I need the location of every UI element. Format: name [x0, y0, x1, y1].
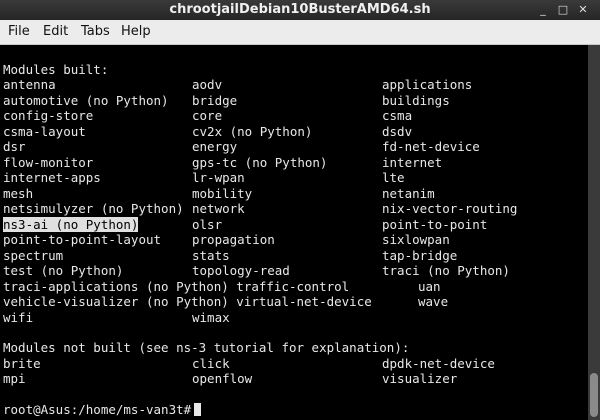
module-name: uan — [418, 278, 441, 294]
module-name: fd-net-device — [382, 139, 480, 154]
modules-built-header: Modules built: — [3, 62, 109, 77]
title-bar: chrootjailDebian10BusterAMD64.sh _ □ ✕ — [0, 0, 600, 21]
menu-edit[interactable]: Edit — [43, 24, 68, 39]
module-name: test (no Python) — [3, 263, 124, 278]
minimize-icon[interactable]: _ — [536, 3, 550, 17]
module-name: buildings — [382, 92, 450, 108]
module-name: visualizer — [382, 371, 458, 386]
module-name: wimax — [192, 309, 230, 325]
module-name: cv2x (no Python) — [192, 123, 313, 139]
module-name: automotive (no Python) — [3, 92, 169, 108]
module-name: topology-read — [192, 263, 290, 278]
module-name: internet-apps — [3, 170, 101, 185]
module-name: flow-monitor — [3, 154, 94, 170]
module-name: internet — [382, 154, 443, 170]
module-name: network — [192, 201, 245, 216]
module-name: wave — [418, 294, 449, 309]
module-name: point-to-point-layout — [3, 232, 162, 247]
module-name: mpi — [3, 371, 26, 386]
module-name: wifi — [3, 309, 34, 325]
module-name: mobility — [192, 185, 253, 201]
module-name: nix-vector-routing — [382, 201, 518, 216]
module-name: spectrum — [3, 247, 64, 263]
module-name: aodv — [192, 77, 223, 92]
module-name: point-to-point — [382, 216, 488, 232]
terminal-output[interactable]: Modules built: antenna aodv applications a… — [0, 45, 588, 420]
scrollbar-thumb[interactable] — [590, 373, 598, 417]
menu-help[interactable]: Help — [121, 24, 151, 39]
module-name: energy — [192, 139, 238, 154]
module-name: lte — [382, 170, 405, 185]
module-name: traci (no Python) — [382, 263, 510, 278]
module-name: netanim — [382, 185, 435, 201]
text-cursor — [194, 403, 202, 416]
module-name: gps-tc (no Python) — [192, 154, 328, 170]
module-name: lr-wpan — [192, 170, 245, 185]
module-name: applications — [382, 77, 473, 92]
module-name: click — [192, 355, 230, 371]
module-name: core — [192, 108, 223, 123]
menu-tabs[interactable]: Tabs — [81, 24, 110, 39]
module-name: netsimulyzer (no Python) — [3, 201, 184, 216]
selected-module-name[interactable]: ns3-ai (no Python) — [3, 216, 139, 232]
module-name: brite — [3, 355, 41, 371]
module-name: dpdk-net-device — [382, 355, 495, 371]
module-name: olsr — [192, 216, 223, 232]
module-name: mesh — [3, 185, 34, 201]
module-name: config-store — [3, 108, 94, 123]
window-title: chrootjailDebian10BusterAMD64.sh — [169, 2, 431, 17]
module-name: tap-bridge — [382, 247, 458, 263]
module-name: csma-layout — [3, 123, 86, 139]
module-name: antenna — [3, 77, 56, 92]
terminal-scrollbar[interactable] — [588, 45, 600, 420]
shell-prompt: root@Asus:/home/ms-van3t# — [3, 402, 192, 417]
maximize-icon[interactable]: □ — [556, 3, 570, 17]
menu-bar: File Edit Tabs Help — [0, 20, 600, 45]
module-name: bridge — [192, 92, 238, 108]
prompt-line[interactable]: root@Asus:/home/ms-van3t# — [3, 402, 202, 417]
menu-file[interactable]: File — [8, 24, 30, 39]
module-name: openflow — [192, 371, 253, 386]
close-icon[interactable]: ✕ — [576, 3, 590, 17]
module-name: stats — [192, 247, 230, 263]
module-name: traci-applications (no Python) traffic-c… — [3, 278, 350, 294]
module-name: propagation — [192, 232, 275, 247]
modules-not-built-header: Modules not built (see ns-3 tutorial for… — [3, 340, 410, 355]
module-name: dsr — [3, 139, 26, 154]
module-name: vehicle-visualizer (no Python) virtual-n… — [3, 294, 372, 309]
module-name: sixlowpan — [382, 232, 450, 247]
module-name: csma — [382, 108, 413, 123]
module-name: dsdv — [382, 123, 413, 139]
